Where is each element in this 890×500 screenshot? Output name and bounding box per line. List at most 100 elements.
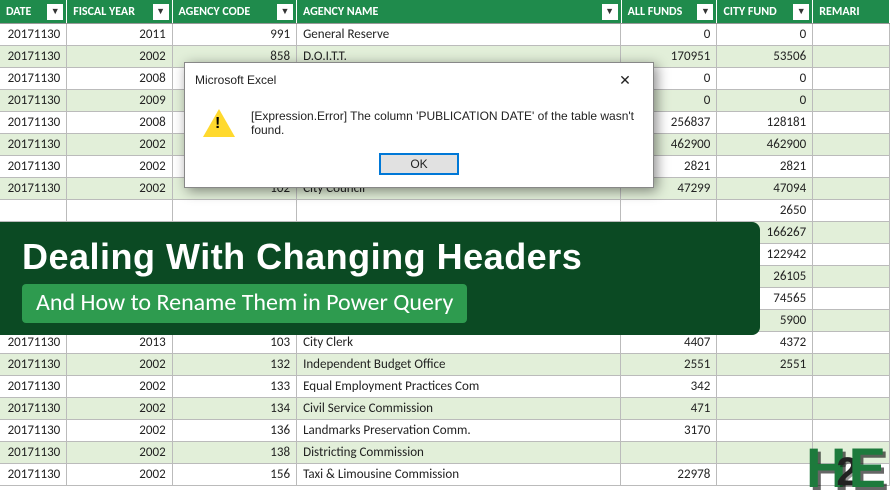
table-cell[interactable]: 20171130 [0,112,67,133]
dialog-titlebar[interactable]: Microsoft Excel ✕ [185,63,653,95]
table-cell[interactable] [813,112,890,133]
table-cell[interactable]: 2002 [67,134,172,155]
table-cell[interactable]: 2650 [717,200,813,221]
table-cell[interactable] [297,200,621,221]
table-cell[interactable]: 136 [173,420,297,441]
table-row[interactable]: 201711302013103City Clerk44074372 [0,332,890,354]
table-cell[interactable]: 2821 [717,156,813,177]
table-cell[interactable]: 20171130 [0,24,67,45]
table-cell[interactable]: 2008 [67,112,172,133]
table-cell[interactable]: General Reserve [297,24,621,45]
table-cell[interactable]: Districting Commission [297,442,621,463]
table-row[interactable]: 201711302002132Independent Budget Office… [0,354,890,376]
filter-dropdown-icon[interactable]: ▼ [47,4,63,20]
table-cell[interactable]: 2551 [621,354,717,375]
table-cell[interactable] [813,244,890,265]
table-cell[interactable]: 20171130 [0,464,67,485]
table-cell[interactable] [813,332,890,353]
table-cell[interactable]: 20171130 [0,90,67,111]
table-cell[interactable] [813,354,890,375]
table-cell[interactable]: 0 [717,24,813,45]
table-cell[interactable]: 2009 [67,90,172,111]
table-cell[interactable] [813,24,890,45]
table-cell[interactable]: 128181 [717,112,813,133]
filter-dropdown-icon[interactable]: ▼ [697,4,713,20]
table-row[interactable]: 201711302011991General Reserve00 [0,24,890,46]
table-cell[interactable]: Landmarks Preservation Comm. [297,420,621,441]
col-header-city[interactable]: CITY FUND▼ [717,0,813,23]
table-cell[interactable]: 462900 [717,134,813,155]
table-cell[interactable]: 2002 [67,376,172,397]
table-cell[interactable]: 2002 [67,178,172,199]
table-cell[interactable]: 2551 [717,354,813,375]
col-header-code[interactable]: AGENCY CODE▼ [173,0,297,23]
table-cell[interactable] [621,442,717,463]
table-cell[interactable]: 2011 [67,24,172,45]
table-cell[interactable]: Independent Budget Office [297,354,621,375]
close-icon[interactable]: ✕ [605,69,645,91]
filter-dropdown-icon[interactable]: ▼ [793,4,809,20]
table-cell[interactable] [813,310,890,331]
table-cell[interactable]: 53506 [717,46,813,67]
filter-dropdown-icon[interactable]: ▼ [602,4,618,20]
table-cell[interactable] [813,266,890,287]
table-cell[interactable]: 3170 [621,420,717,441]
table-row[interactable]: 201711302002156Taxi & Limousine Commissi… [0,464,890,486]
col-header-year[interactable]: FISCAL YEAR▼ [67,0,172,23]
table-cell[interactable]: 20171130 [0,332,67,353]
table-cell[interactable]: City Clerk [297,332,621,353]
table-cell[interactable] [717,398,813,419]
table-cell[interactable] [813,398,890,419]
table-cell[interactable]: 2002 [67,464,172,485]
table-cell[interactable]: 2002 [67,420,172,441]
table-row[interactable]: 2650 [0,200,890,222]
table-row[interactable]: 201711302002134Civil Service Commission4… [0,398,890,420]
table-cell[interactable] [813,288,890,309]
col-header-funds[interactable]: ALL FUNDS▼ [622,0,718,23]
col-header-remark[interactable]: REMARI [813,0,890,23]
table-cell[interactable]: Equal Employment Practices Com [297,376,621,397]
table-cell[interactable]: 47094 [717,178,813,199]
table-cell[interactable]: 0 [717,90,813,111]
table-cell[interactable]: 2002 [67,442,172,463]
table-cell[interactable]: 4372 [717,332,813,353]
table-cell[interactable] [717,464,813,485]
table-cell[interactable]: 2002 [67,46,172,67]
table-cell[interactable]: 22978 [621,464,717,485]
table-cell[interactable]: 0 [621,24,717,45]
table-cell[interactable]: 20171130 [0,156,67,177]
table-cell[interactable]: 138 [173,442,297,463]
table-cell[interactable]: Civil Service Commission [297,398,621,419]
table-cell[interactable]: 20171130 [0,134,67,155]
table-cell[interactable]: 2002 [67,354,172,375]
table-cell[interactable] [813,46,890,67]
table-cell[interactable] [0,200,67,221]
table-cell[interactable] [173,200,297,221]
table-cell[interactable]: 134 [173,398,297,419]
table-cell[interactable] [621,200,717,221]
table-cell[interactable]: 103 [173,332,297,353]
table-cell[interactable] [717,376,813,397]
table-cell[interactable] [67,200,172,221]
table-cell[interactable]: 20171130 [0,398,67,419]
table-row[interactable]: 201711302002138Districting Commission [0,442,890,464]
table-cell[interactable]: 133 [173,376,297,397]
table-cell[interactable] [813,200,890,221]
table-cell[interactable]: 991 [173,24,297,45]
table-cell[interactable]: 2008 [67,68,172,89]
table-cell[interactable]: 2002 [67,398,172,419]
table-cell[interactable] [813,178,890,199]
filter-dropdown-icon[interactable]: ▼ [153,4,169,20]
table-cell[interactable] [813,376,890,397]
filter-dropdown-icon[interactable]: ▼ [277,4,293,20]
table-row[interactable]: 201711302002133Equal Employment Practice… [0,376,890,398]
table-cell[interactable]: 20171130 [0,354,67,375]
table-cell[interactable] [717,442,813,463]
table-cell[interactable]: 20171130 [0,68,67,89]
table-cell[interactable]: 20171130 [0,420,67,441]
table-cell[interactable]: Taxi & Limousine Commission [297,464,621,485]
table-cell[interactable]: 132 [173,354,297,375]
table-cell[interactable]: 4407 [621,332,717,353]
table-cell[interactable]: 2002 [67,156,172,177]
table-cell[interactable]: 156 [173,464,297,485]
